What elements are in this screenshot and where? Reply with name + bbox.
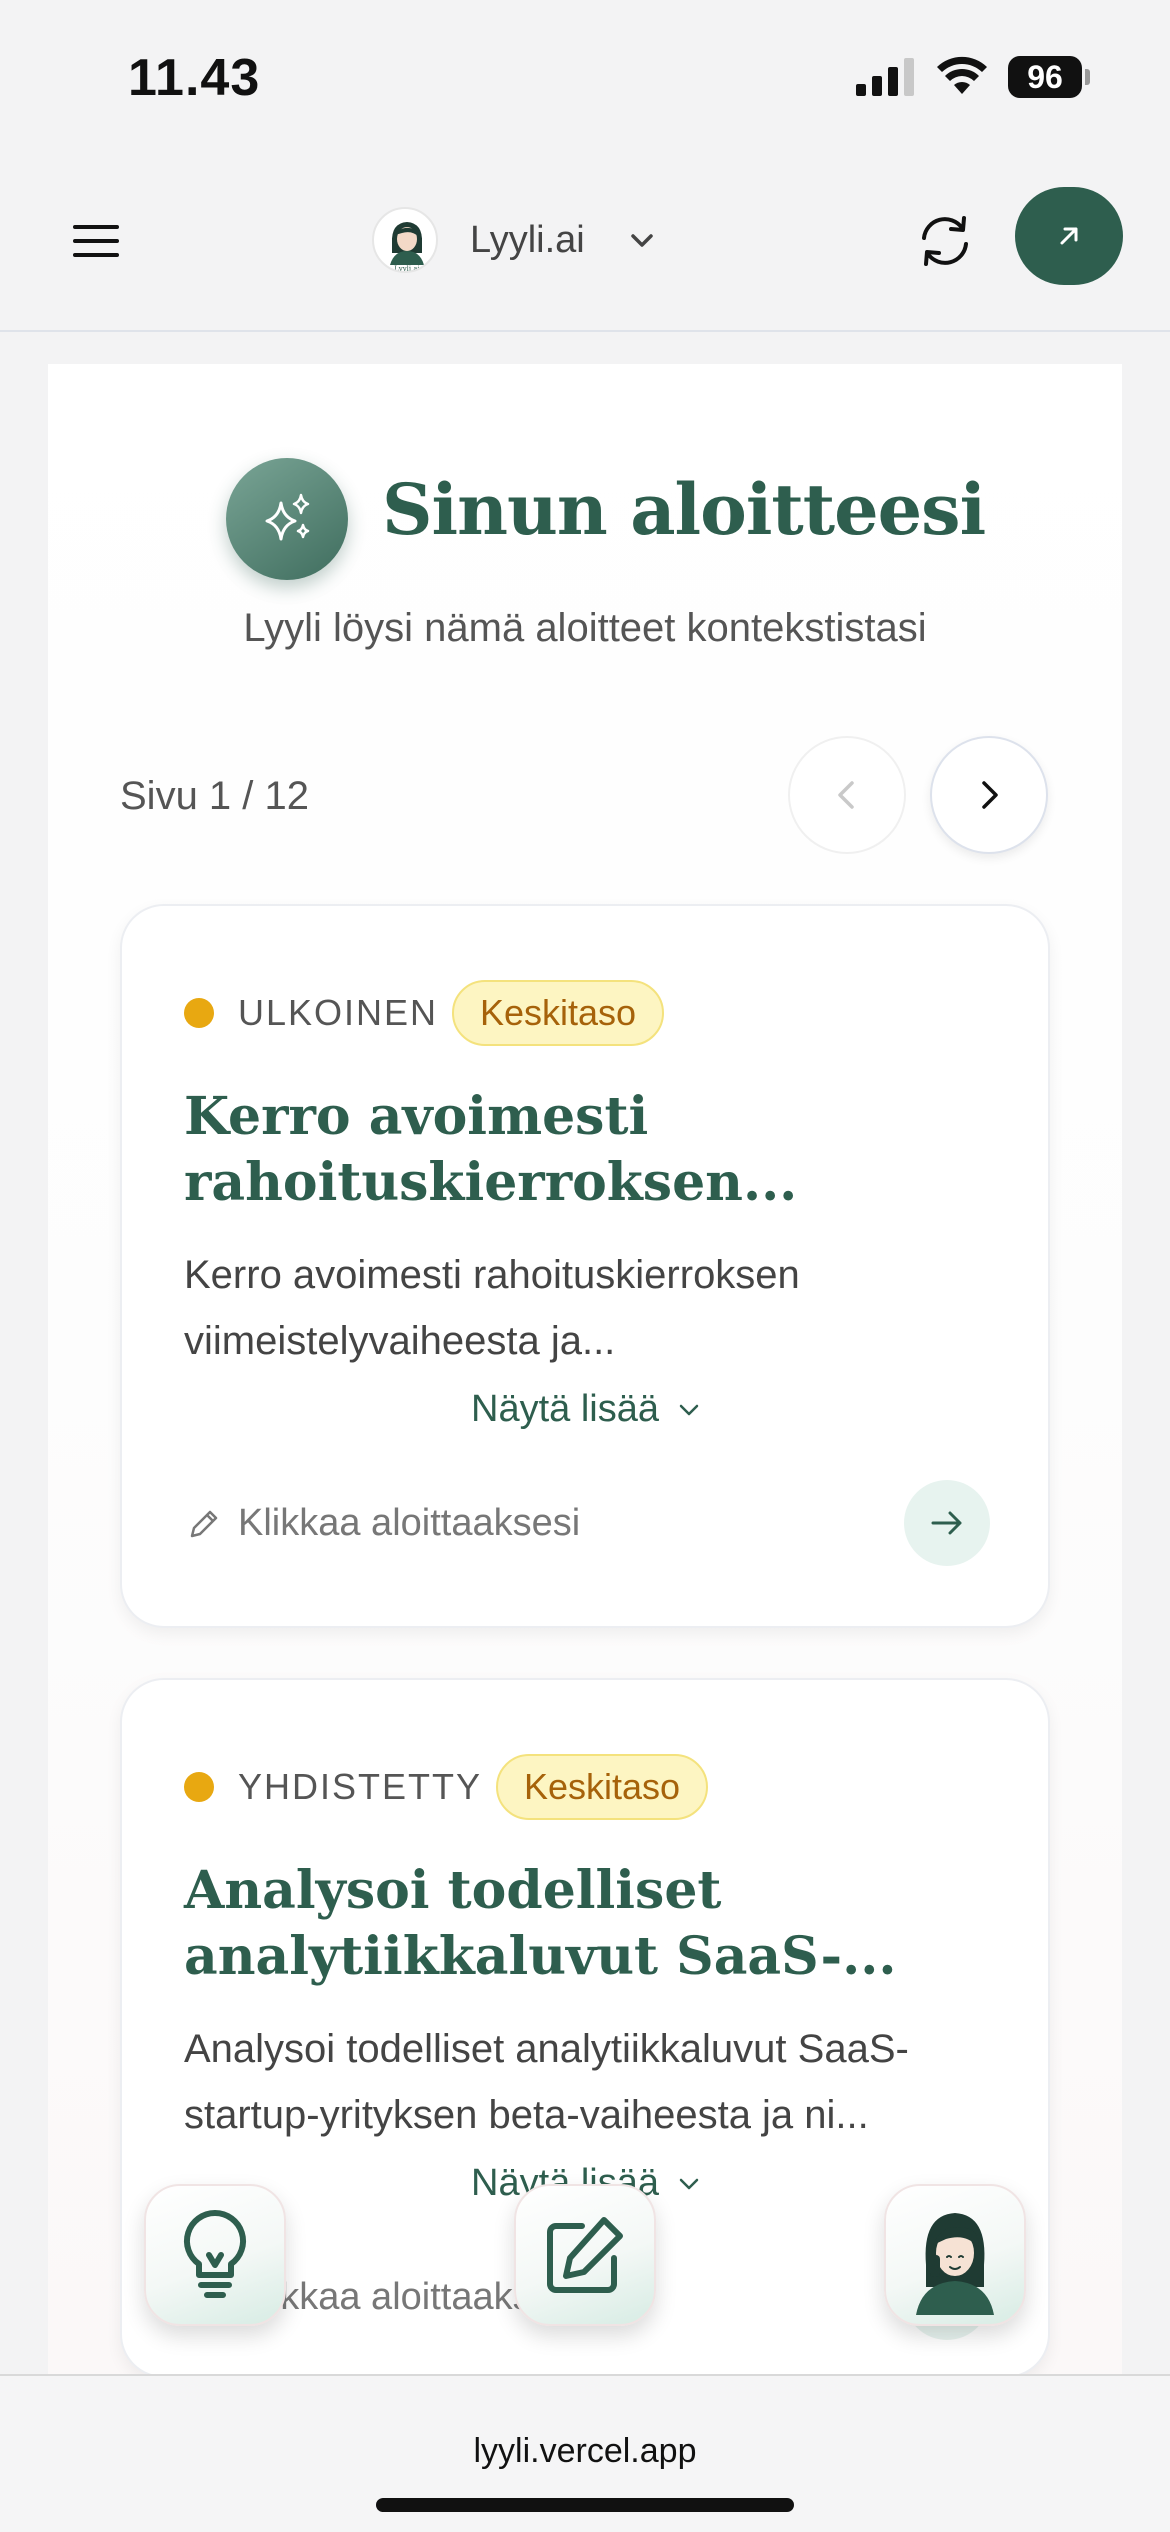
sparkles-badge	[226, 458, 348, 580]
arrow-up-right-icon	[1060, 227, 1078, 245]
assistant-avatar-icon	[916, 2213, 994, 2315]
menu-line	[73, 239, 119, 243]
new-note-button[interactable]	[514, 2184, 656, 2326]
chevron-right-icon	[982, 781, 998, 809]
status-time: 11.43	[128, 49, 261, 107]
show-more-link[interactable]: Näytä lisää	[122, 1388, 1052, 1431]
wifi-icon	[937, 56, 987, 94]
chevron-down-icon	[679, 2178, 699, 2189]
initiative-card[interactable]: ULKOINEN Keskitaso Kerro avoimesti rahoi…	[120, 904, 1050, 1628]
cellular-signal-icon	[856, 58, 914, 96]
ideas-button[interactable]	[144, 2184, 286, 2326]
battery-indicator: 96	[1008, 56, 1090, 98]
start-label: Klikkaa aloittaaksesi	[238, 1502, 581, 1544]
initiative-title: Analysoi todelliset analytiikkaluvut Saa…	[184, 1860, 897, 1987]
level-badge: Keskitaso	[452, 980, 665, 1046]
initiative-description: Analysoi todelliset analytiikkaluvut Saa…	[184, 2027, 909, 2137]
sparkles-icon	[265, 493, 310, 541]
lightbulb-icon	[184, 2210, 246, 2298]
status-dot	[184, 998, 214, 1028]
open-external-button[interactable]	[1015, 187, 1123, 285]
previous-page-button[interactable]	[788, 736, 906, 854]
start-hint: Klikkaa aloittaaksesi	[184, 1502, 580, 1545]
level-badge: Keskitaso	[496, 1754, 709, 1820]
initiative-description: Kerro avoimesti rahoituskierroksen viime…	[184, 1253, 800, 1363]
initiative-type: ULKOINEN	[238, 992, 439, 1033]
home-indicator[interactable]	[376, 2498, 794, 2512]
logo-caption: Lyyli.ai	[394, 265, 420, 273]
next-page-button[interactable]	[930, 736, 1048, 854]
initiative-title: Kerro avoimesti rahoituskierroksen...	[184, 1086, 798, 1213]
menu-line	[73, 253, 119, 257]
show-more-label: Näytä lisää	[471, 1388, 659, 1430]
menu-line	[73, 225, 119, 229]
status-bar: 11.43 96	[0, 0, 1170, 150]
menu-button[interactable]	[62, 212, 130, 270]
chevron-down-icon	[679, 1404, 699, 1415]
status-dot	[184, 1772, 214, 1802]
assistant-button[interactable]	[884, 2184, 1026, 2326]
page-subtitle: Lyyli löysi nämä aloitteet kontekstistas…	[243, 606, 927, 650]
pencil-icon	[190, 1510, 218, 1537]
initiative-type: YHDISTETTY	[238, 1766, 483, 1807]
chevron-left-icon	[838, 781, 854, 809]
page-title: Sinun aloitteesi	[382, 468, 986, 551]
brand-name: Lyyli.ai	[470, 218, 585, 261]
app-header: Lyyli.ai Lyyli.ai	[0, 150, 1170, 332]
battery-cap	[1085, 69, 1090, 85]
pager-label: Sivu 1 / 12	[120, 774, 310, 818]
brand-avatar: Lyyli.ai	[372, 207, 438, 273]
refresh-icon[interactable]	[914, 210, 976, 272]
browser-address-bar: lyyli.vercel.app	[0, 2374, 1170, 2532]
start-initiative-button[interactable]	[904, 1480, 990, 1566]
workspace-switcher[interactable]: Lyyli.ai Lyyli.ai	[372, 198, 659, 282]
url-label[interactable]: lyyli.vercel.app	[0, 2432, 1170, 2471]
chevron-down-icon	[631, 234, 653, 247]
arrow-right-icon	[931, 1511, 962, 1535]
lyyli-logo-icon: Lyyli.ai	[390, 222, 424, 273]
pencil-square-icon	[547, 2217, 623, 2293]
battery-level: 96	[1008, 56, 1082, 98]
